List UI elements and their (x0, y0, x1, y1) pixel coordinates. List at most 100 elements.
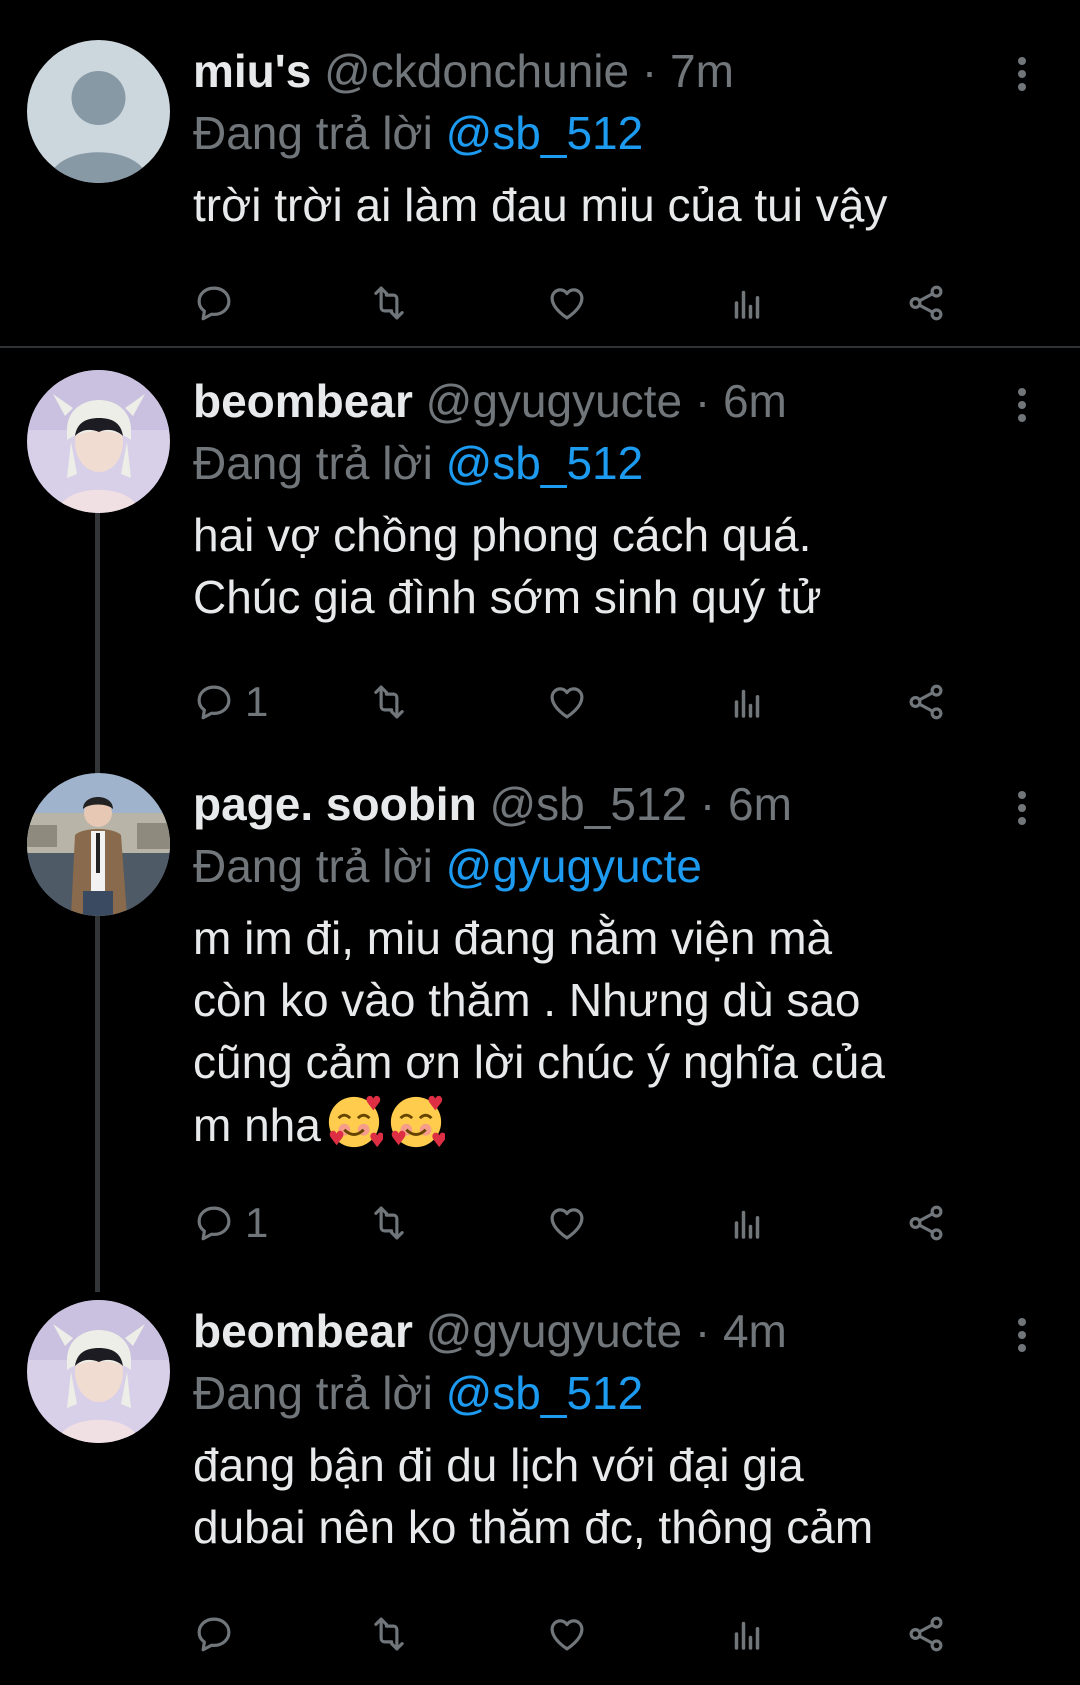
tweet-header: page. soobin @sb_512 · 6m (193, 773, 1020, 835)
tweet-text-line: dubai nên ko thăm đc, thông cảm (193, 1501, 874, 1553)
analytics-icon (726, 681, 768, 723)
tweet-text: m im đi, miu đang nằm viện mà còn ko vào… (193, 907, 1020, 1156)
reply-icon (193, 681, 235, 723)
retweet-button[interactable] (368, 1198, 410, 1248)
reply-button[interactable]: 1 (193, 677, 268, 727)
avatar-soobin[interactable] (27, 773, 170, 916)
author-handle[interactable]: @sb_512 (489, 778, 687, 830)
reply-prefix: Đang trả lời (193, 437, 433, 489)
tweet-header: beombear @gyugyucte · 4m (193, 1300, 1020, 1362)
timestamp[interactable]: 6m (723, 375, 787, 427)
more-dots-icon[interactable] (1012, 388, 1032, 427)
more-dots-icon[interactable] (1012, 1318, 1032, 1357)
reply-context: Đang trả lời @sb_512 (193, 102, 1020, 164)
tweet-text-line: còn ko vào thăm . Nhưng dù sao (193, 974, 861, 1026)
avatar-beombear[interactable] (27, 1300, 170, 1443)
reply-context: Đang trả lời @sb_512 (193, 1362, 1020, 1424)
timestamp[interactable]: 6m (728, 778, 792, 830)
avatar-beombear[interactable] (27, 370, 170, 513)
analytics-button[interactable] (726, 278, 768, 328)
analytics-icon (726, 1202, 768, 1244)
tweet-text-line: Chúc gia đình sớm sinh quý tử (193, 571, 822, 623)
analytics-button[interactable] (726, 1198, 768, 1248)
reply-mention[interactable]: @sb_512 (446, 1367, 644, 1419)
more-dots-icon[interactable] (1012, 791, 1032, 830)
retweet-button[interactable] (368, 1609, 410, 1659)
share-icon (905, 1202, 947, 1244)
heart-icon (546, 1202, 588, 1244)
separator-dot: · (699, 778, 716, 830)
timestamp[interactable]: 7m (670, 45, 734, 97)
author-handle[interactable]: @ckdonchunie (324, 45, 629, 97)
retweet-icon (368, 681, 410, 723)
analytics-button[interactable] (726, 677, 768, 727)
separator-dot: · (641, 45, 658, 97)
tweet-text-line: m im đi, miu đang nằm viện mà (193, 912, 833, 964)
analytics-icon (726, 282, 768, 324)
reply-mention[interactable]: @gyugyucte (446, 840, 702, 892)
tweet-text-line: m nha (193, 1099, 321, 1151)
reply-icon (193, 282, 235, 324)
tweet-text-line: hai vợ chồng phong cách quá. (193, 509, 812, 561)
author-name[interactable]: page. soobin (193, 778, 477, 830)
author-name[interactable]: miu's (193, 45, 311, 97)
share-button[interactable] (905, 1198, 947, 1248)
reply-mention[interactable]: @sb_512 (446, 437, 644, 489)
tweet-4[interactable]: beombear @gyugyucte · 4m Đang trả lời @s… (0, 1278, 1080, 1685)
reply-icon (193, 1202, 235, 1244)
share-icon (905, 681, 947, 723)
action-bar: 1 (193, 1198, 1023, 1248)
heart-icon (546, 681, 588, 723)
author-name[interactable]: beombear (193, 375, 413, 427)
timestamp[interactable]: 4m (723, 1305, 787, 1357)
separator-dot: · (694, 1305, 711, 1357)
retweet-icon (368, 282, 410, 324)
reply-context: Đang trả lời @gyugyucte (193, 835, 1020, 897)
smiling-face-with-hearts-emoji (328, 1095, 383, 1148)
like-button[interactable] (546, 278, 588, 328)
separator-dot: · (694, 375, 711, 427)
tweet-1[interactable]: miu's @ckdonchunie · 7m Đang trả lời @sb… (0, 0, 1080, 346)
reply-button[interactable] (193, 1609, 245, 1659)
like-button[interactable] (546, 677, 588, 727)
tweet-text-line: trời trời ai làm đau miu của tui vậy (193, 179, 888, 231)
smiling-face-with-hearts-emoji (390, 1095, 445, 1148)
reply-button[interactable]: 1 (193, 1198, 268, 1248)
tweet-text: đang bận đi du lịch với đại gia dubai nê… (193, 1434, 1020, 1558)
reply-prefix: Đang trả lời (193, 840, 433, 892)
share-icon (905, 282, 947, 324)
author-name[interactable]: beombear (193, 1305, 413, 1357)
action-bar (193, 1609, 1023, 1659)
reply-icon (193, 1613, 235, 1655)
like-button[interactable] (546, 1609, 588, 1659)
share-button[interactable] (905, 1609, 947, 1659)
reply-count: 1 (245, 1199, 269, 1246)
retweet-icon (368, 1613, 410, 1655)
more-dots-icon[interactable] (1012, 57, 1032, 96)
tweet-text-line: cũng cảm ơn lời chúc ý nghĩa của (193, 1036, 885, 1088)
action-bar: 1 (193, 677, 1023, 727)
tweet-2[interactable]: beombear @gyugyucte · 6m Đang trả lời @s… (0, 348, 1080, 748)
author-handle[interactable]: @gyugyucte (426, 375, 682, 427)
retweet-icon (368, 1202, 410, 1244)
author-handle[interactable]: @gyugyucte (426, 1305, 682, 1357)
analytics-button[interactable] (726, 1609, 768, 1659)
tweet-text-last-line: m nha (193, 1093, 1020, 1156)
analytics-icon (726, 1613, 768, 1655)
tweet-text-line: đang bận đi du lịch với đại gia (193, 1439, 804, 1491)
reply-mention[interactable]: @sb_512 (446, 107, 644, 159)
avatar-default[interactable] (27, 40, 170, 183)
reply-prefix: Đang trả lời (193, 107, 433, 159)
reply-context: Đang trả lời @sb_512 (193, 432, 1020, 494)
retweet-button[interactable] (368, 677, 410, 727)
reply-button[interactable] (193, 278, 245, 328)
share-icon (905, 1613, 947, 1655)
tweet-header: beombear @gyugyucte · 6m (193, 370, 1020, 432)
share-button[interactable] (905, 278, 947, 328)
tweet-header: miu's @ckdonchunie · 7m (193, 40, 1020, 102)
like-button[interactable] (546, 1198, 588, 1248)
tweet-3[interactable]: page. soobin @sb_512 · 6m Đang trả lời @… (0, 748, 1080, 1278)
tweet-text: trời trời ai làm đau miu của tui vậy (193, 174, 1020, 236)
retweet-button[interactable] (368, 278, 410, 328)
share-button[interactable] (905, 677, 947, 727)
